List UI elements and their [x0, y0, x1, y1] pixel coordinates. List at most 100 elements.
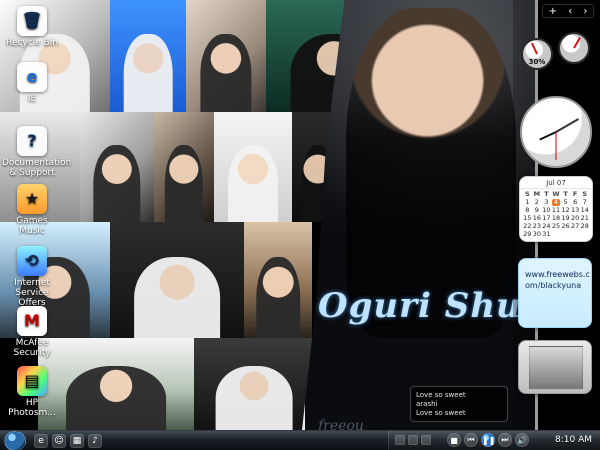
clock-second-hand [555, 132, 557, 160]
tray-icon[interactable] [395, 435, 405, 445]
notes-gadget[interactable]: www.freewebs.c om/blackyuna [518, 258, 592, 328]
desktop-icon-internet-service-offers[interactable]: ⟲ Internet Service Offers [2, 246, 62, 308]
calendar-day[interactable]: 3 [542, 199, 551, 206]
calendar-day-of-week: M [533, 190, 541, 198]
slideshow-gadget[interactable] [518, 340, 592, 394]
calendar-day-of-week: F [572, 190, 578, 198]
calendar-day[interactable]: 28 [580, 223, 589, 230]
calendar-day[interactable]: 8 [523, 207, 532, 214]
media-controls: ■ ⏮ ❚❚ ⏭ 🔊 [447, 433, 529, 447]
clock-minute-hand [555, 118, 580, 133]
calendar-grid: S M T W T F S 1 2 3 4 5 6 7 8 9 10 11 12… [520, 189, 592, 241]
cpu-meter: 30% [521, 38, 553, 70]
calendar-day[interactable]: 7 [580, 199, 589, 206]
calendar-day[interactable]: 1 [523, 199, 532, 206]
calendar-gadget: Jul 07 S M T W T F S 1 2 3 4 5 6 7 8 9 1… [519, 176, 593, 242]
meter-needle [573, 37, 581, 49]
stop-icon[interactable]: ■ [447, 433, 461, 447]
calendar-day[interactable]: 16 [533, 215, 542, 222]
calendar-day[interactable]: 17 [542, 215, 551, 222]
memory-meter [558, 32, 590, 64]
help-icon: ? [17, 126, 47, 156]
calendar-day[interactable]: 22 [523, 223, 532, 230]
messenger-quicklaunch-icon[interactable]: ☺ [52, 434, 66, 448]
taskbar-clock[interactable]: 8:10 AM [555, 435, 592, 445]
calendar-day[interactable]: 25 [552, 223, 561, 230]
desktop-icon-hp-photosmart[interactable]: ▤ HP Photosm... [2, 366, 62, 418]
calendar-day-of-week: T [563, 190, 568, 198]
wallpaper-photo [110, 222, 244, 338]
tray-icon[interactable] [408, 435, 418, 445]
calendar-day[interactable]: 15 [523, 215, 532, 222]
calendar-day[interactable]: 14 [580, 207, 589, 214]
wallpaper-photo [186, 0, 266, 112]
sidebar-controls: + ‹ › [542, 4, 594, 18]
calendar-day[interactable]: 2 [533, 199, 542, 206]
calendar-day[interactable]: 21 [580, 215, 589, 222]
wallpaper-photo [194, 338, 314, 430]
quick-launch: e ☺ ▦ ♪ [34, 434, 102, 448]
calendar-day-of-week: T [544, 190, 549, 198]
calendar-day[interactable]: 29 [523, 231, 532, 238]
system-tray: ■ ⏮ ❚❚ ⏭ 🔊 8:10 AM [388, 431, 600, 450]
desktop-icon-label: McAfee Security [13, 338, 51, 358]
calendar-day[interactable]: 10 [542, 207, 551, 214]
media-popup-line: Love so sweet [416, 391, 466, 399]
sidebar-prev-icon[interactable]: ‹ [568, 6, 572, 17]
recycle-bin-icon: 🗑 [17, 6, 47, 36]
wallpaper-photo [214, 112, 292, 222]
previous-icon[interactable]: ⏮ [464, 433, 478, 447]
calendar-day[interactable]: 20 [571, 215, 580, 222]
calendar-day[interactable]: 9 [533, 207, 542, 214]
desktop-icon-mcafee-security[interactable]: M McAfee Security [2, 306, 62, 358]
calendar-day[interactable]: 19 [561, 215, 570, 222]
slideshow-image [529, 346, 583, 390]
desktop-icon-ie[interactable]: e IE [2, 62, 62, 104]
wallpaper-photo [80, 112, 154, 222]
games-icon: ★ [17, 184, 47, 214]
calendar-today[interactable]: 4 [551, 199, 561, 206]
desktop-icon-documentation-support[interactable]: ? Documentation & Support [2, 126, 72, 178]
sidebar-next-icon[interactable]: › [583, 6, 587, 17]
calendar-day[interactable]: 23 [533, 223, 542, 230]
desktop-icon-label: HP Photosm... [8, 398, 56, 418]
calendar-day[interactable]: 11 [552, 207, 561, 214]
desktop-icon-label: Games [16, 216, 48, 226]
tray-icon[interactable] [421, 435, 431, 445]
calendar-day[interactable]: 26 [561, 223, 570, 230]
calendar-month: Jul 07 [520, 177, 592, 189]
calendar-day [571, 231, 580, 238]
calendar-day[interactable]: 30 [533, 231, 542, 238]
desktop-icon-label: IE [27, 94, 37, 104]
desktop-icon-games[interactable]: ★ Games Music [2, 184, 62, 236]
wallpaper-photo [154, 112, 214, 222]
media-quicklaunch-icon[interactable]: ♪ [88, 434, 102, 448]
desktop-icon-recycle-bin[interactable]: 🗑 Recycle Bin [2, 6, 62, 48]
start-button[interactable] [4, 431, 26, 450]
volume-icon[interactable]: 🔊 [515, 433, 529, 447]
calendar-day[interactable]: 5 [561, 199, 570, 206]
wallpaper-photo [244, 222, 312, 338]
ie-quicklaunch-icon[interactable]: e [34, 434, 48, 448]
internet-explorer-icon: e [17, 62, 47, 92]
photo-app-icon: ▤ [17, 366, 47, 396]
calendar-day[interactable]: 27 [571, 223, 580, 230]
add-gadget-icon[interactable]: + [549, 6, 557, 17]
media-popup-line: Love so sweet [416, 409, 466, 417]
pause-icon[interactable]: ❚❚ [481, 433, 495, 447]
note-text: www.freewebs.c om/blackyuna [525, 270, 590, 290]
calendar-day[interactable]: 24 [542, 223, 551, 230]
calendar-day [561, 231, 570, 238]
next-icon[interactable]: ⏭ [498, 433, 512, 447]
calendar-day[interactable]: 31 [542, 231, 551, 238]
desktop-icon-label: Documentation & Support [2, 158, 72, 178]
desktop-icon-label: Music [19, 226, 45, 236]
calendar-day[interactable]: 18 [552, 215, 561, 222]
calendar-day[interactable]: 12 [561, 207, 570, 214]
taskbar: e ☺ ▦ ♪ ■ ⏮ ❚❚ ⏭ 🔊 8:10 AM [0, 430, 600, 450]
cpu-readout: 30% [528, 58, 546, 67]
calendar-day [552, 231, 561, 238]
folder-quicklaunch-icon[interactable]: ▦ [70, 434, 84, 448]
calendar-day[interactable]: 6 [571, 199, 580, 206]
calendar-day[interactable]: 13 [571, 207, 580, 214]
